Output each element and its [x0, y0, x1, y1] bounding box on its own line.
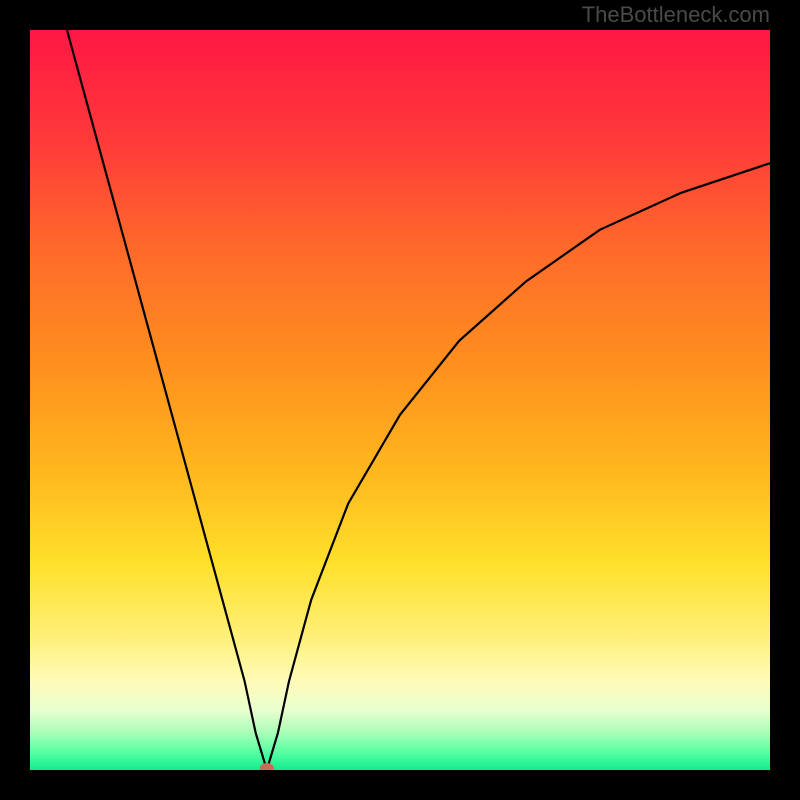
watermark-label: TheBottleneck.com [582, 2, 770, 28]
bottleneck-curve-path [67, 30, 770, 770]
curve-layer [30, 30, 770, 770]
optimal-marker [260, 763, 274, 770]
bottleneck-chart [30, 30, 770, 770]
